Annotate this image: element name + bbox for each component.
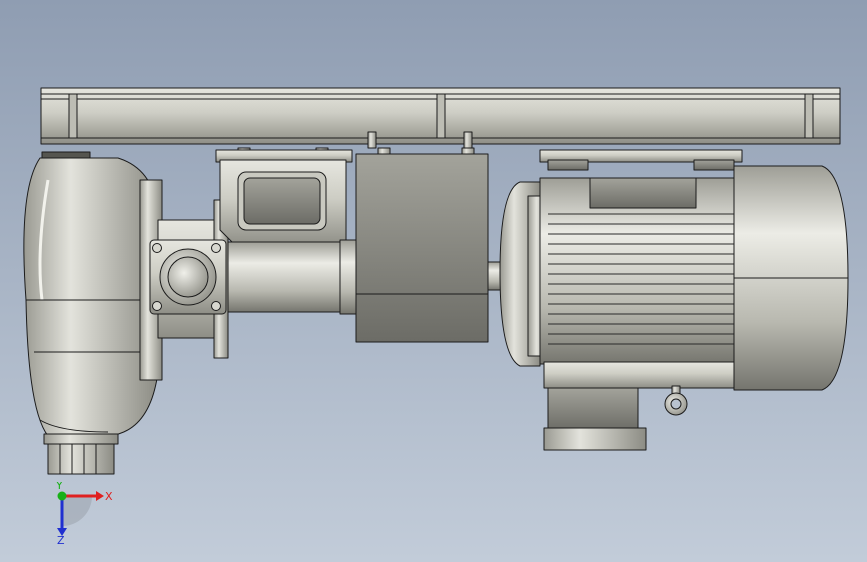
- graphics-viewport[interactable]: X Y Z: [0, 0, 867, 562]
- lifting-eye-bolt: [664, 385, 688, 416]
- motor-fin-body[interactable]: [539, 177, 737, 365]
- coordinate-triad: X Y Z: [55, 482, 113, 546]
- triad-plane-indicator: [62, 496, 92, 526]
- motor-terminal-box[interactable]: [543, 361, 735, 451]
- y-axis-dot: [57, 491, 67, 501]
- z-axis-label: Z: [57, 534, 65, 546]
- shaft-tube: [227, 239, 357, 315]
- y-axis-label: Y: [55, 482, 63, 492]
- base-frame-beam[interactable]: [40, 87, 841, 145]
- motor-fan-cover[interactable]: [733, 165, 849, 391]
- pump-suction-nozzle: [43, 433, 119, 475]
- pump-motor-assembly-model[interactable]: [0, 0, 867, 562]
- x-axis-label: X: [105, 490, 113, 503]
- discharge-flange[interactable]: [149, 239, 227, 315]
- x-axis-arrowhead: [96, 491, 104, 501]
- pump-volute-housing[interactable]: [23, 151, 163, 437]
- coupling-guard[interactable]: [355, 153, 503, 343]
